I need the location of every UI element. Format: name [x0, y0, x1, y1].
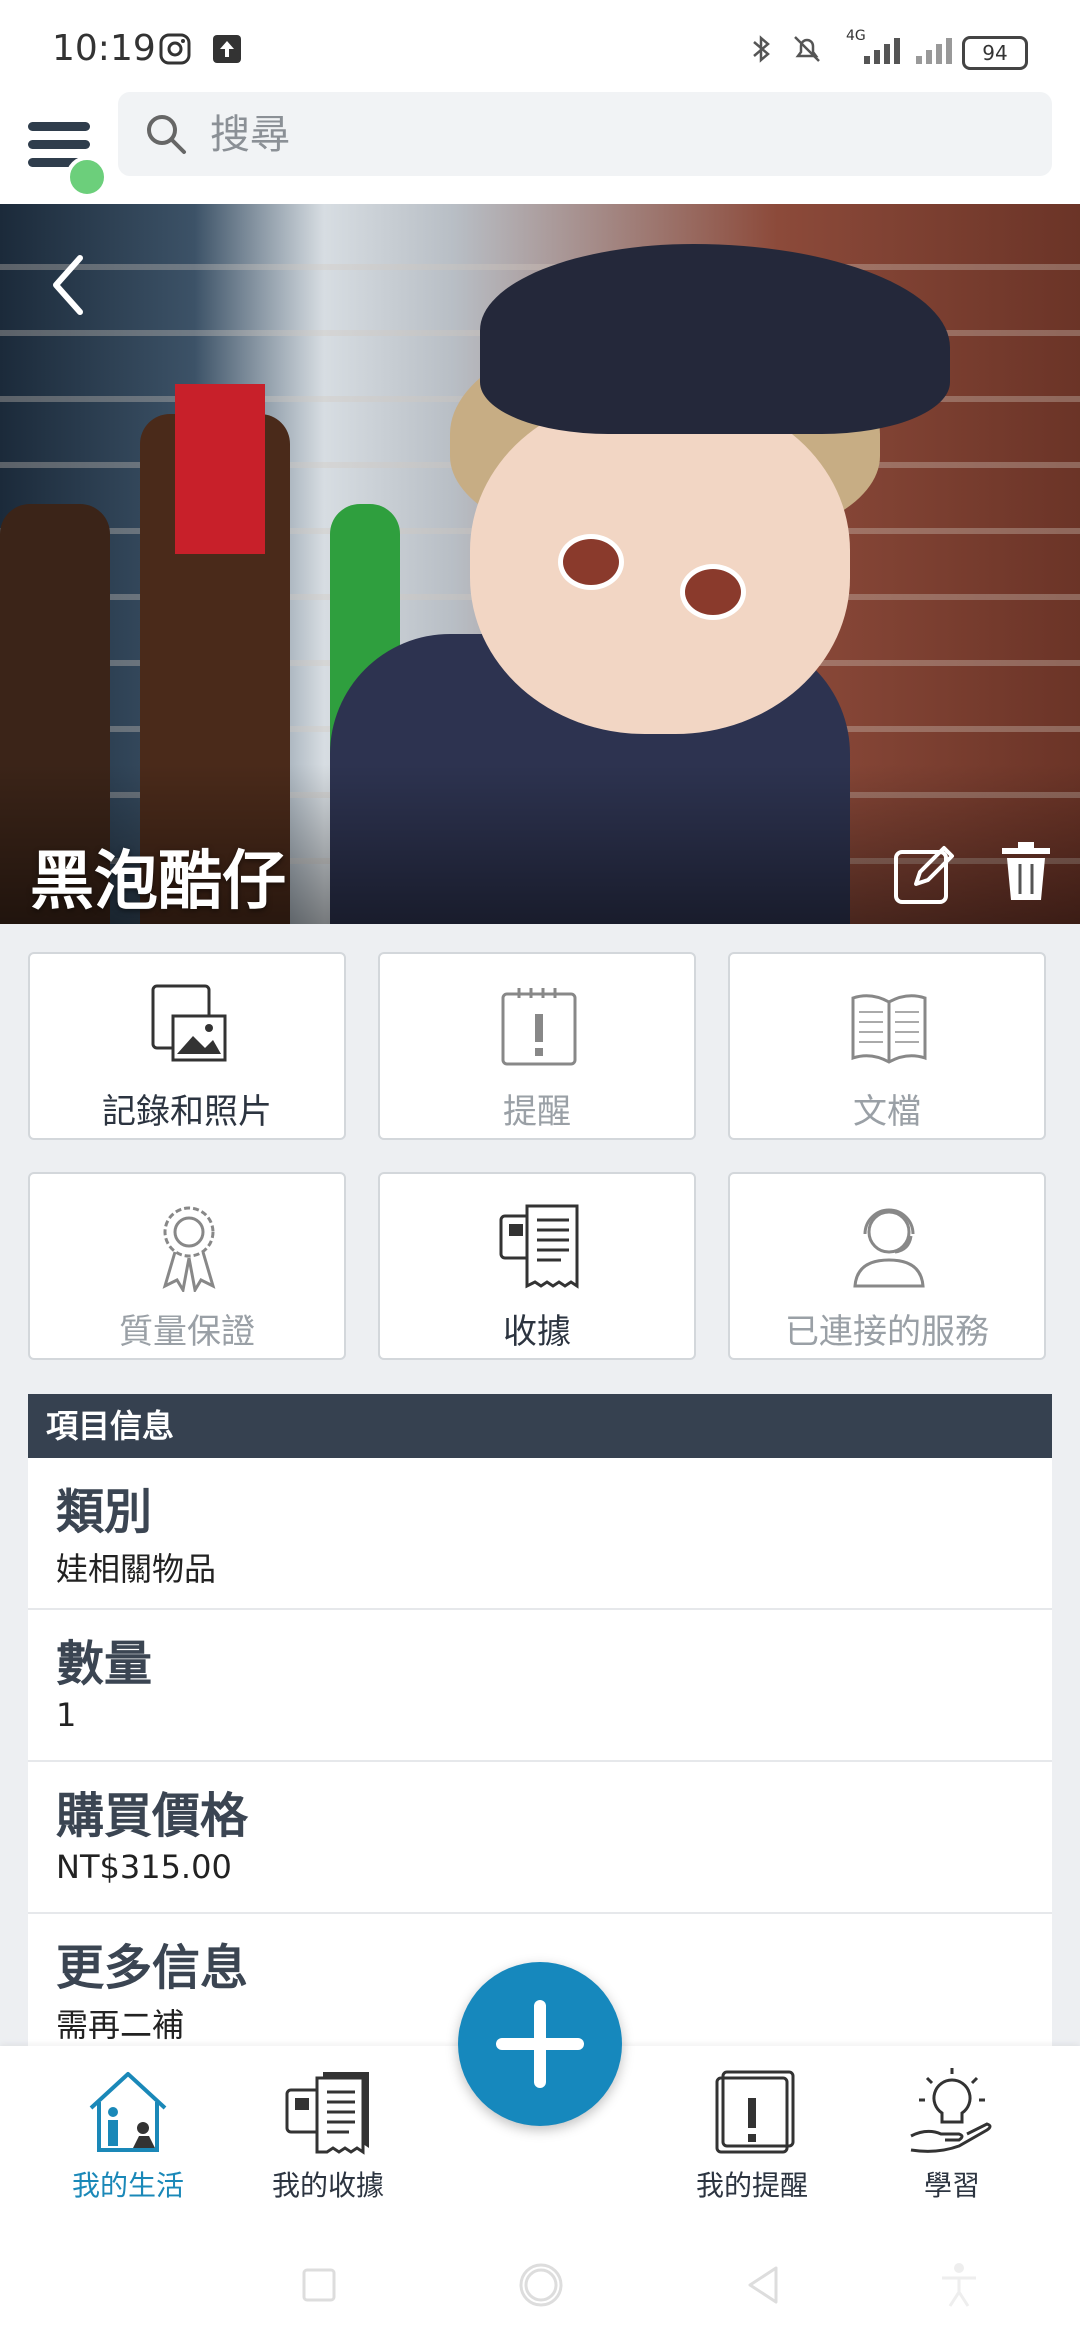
receipts-icon — [285, 2072, 369, 2155]
info-label: 數量 — [56, 1636, 153, 1692]
tab-my-receipts[interactable]: 我的收據 — [228, 2066, 428, 2216]
info-label: 類別 — [56, 1484, 153, 1540]
info-row-category: 類別 娃相關物品 — [28, 1458, 1052, 1610]
home-life-icon — [89, 2072, 167, 2152]
info-label: 更多信息 — [56, 1940, 249, 1996]
home-nav-icon[interactable] — [516, 2260, 566, 2310]
tile-label: 記錄和照片 — [102, 1092, 272, 1132]
tile-label: 已連接的服務 — [785, 1312, 989, 1352]
tile-label: 收據 — [503, 1312, 571, 1352]
search-icon — [147, 115, 186, 154]
info-row-price: 購買價格 NT$315.00 — [28, 1762, 1052, 1914]
tile-warranty[interactable]: 質量保證 — [28, 1172, 346, 1360]
upload-notification-icon — [213, 35, 241, 63]
back-arrow-icon[interactable] — [44, 250, 94, 320]
reminders-icon — [715, 2070, 795, 2154]
tab-label: 我的收據 — [271, 2169, 384, 2202]
signal-icon-1 — [864, 38, 900, 64]
item-title: 黑泡酷仔 — [30, 845, 286, 919]
document-book-icon — [851, 994, 927, 1064]
search-input[interactable] — [208, 92, 1032, 178]
accessibility-icon[interactable] — [934, 2260, 984, 2310]
menu-bar-icon — [28, 122, 90, 131]
tab-my-life[interactable]: 我的生活 — [28, 2066, 228, 2216]
tile-documents[interactable]: 文檔 — [728, 952, 1046, 1140]
online-status-dot — [66, 156, 108, 198]
info-value: NT$315.00 — [56, 1848, 232, 1886]
trash-icon[interactable] — [998, 838, 1054, 904]
status-time: 10:19 — [52, 28, 156, 69]
lightbulb-icon — [910, 2068, 992, 2153]
battery-indicator: 94 — [962, 36, 1028, 70]
tile-connected-services[interactable]: 已連接的服務 — [728, 1172, 1046, 1360]
info-value: 1 — [56, 1696, 77, 1734]
tile-label: 質量保證 — [119, 1312, 255, 1352]
edit-icon[interactable] — [892, 840, 958, 906]
info-row-quantity: 數量 1 — [28, 1610, 1052, 1762]
info-value: 娃相關物品 — [56, 1550, 217, 1588]
reminder-icon — [501, 988, 577, 1066]
receipt-icon — [499, 1204, 579, 1289]
add-fab-button[interactable] — [458, 1962, 622, 2126]
status-bar: 10:19 4G 94 — [0, 0, 1080, 92]
plush-head — [470, 394, 850, 734]
tab-label: 學習 — [923, 2169, 980, 2202]
app-bar — [0, 92, 1080, 204]
system-nav-bar — [0, 2230, 1080, 2340]
tab-label: 我的提醒 — [695, 2169, 808, 2202]
search-bar[interactable] — [118, 92, 1052, 178]
info-label: 購買價格 — [56, 1788, 249, 1844]
tile-notes-photos[interactable]: 記錄和照片 — [28, 952, 346, 1140]
tab-learning[interactable]: 學習 — [852, 2066, 1052, 2216]
tab-my-reminders[interactable]: 我的提醒 — [652, 2066, 852, 2216]
tile-label: 提醒 — [503, 1092, 571, 1132]
signal-icon-2 — [916, 38, 952, 64]
back-nav-icon[interactable] — [738, 2260, 788, 2310]
info-value: 需再二補 — [56, 2006, 185, 2044]
notes-photo-icon — [151, 984, 227, 1062]
tile-label: 文檔 — [853, 1092, 921, 1132]
tile-reminders[interactable]: 提醒 — [378, 952, 696, 1140]
bluetooth-icon — [753, 35, 770, 63]
warranty-ribbon-icon — [162, 1206, 216, 1292]
recent-apps-icon[interactable] — [294, 2260, 344, 2310]
support-agent-icon — [853, 1208, 925, 1288]
tile-receipts[interactable]: 收據 — [378, 1172, 696, 1360]
instagram-icon — [159, 33, 191, 65]
item-photo: 黑泡酷仔 — [0, 204, 1080, 924]
info-header: 項目信息 — [28, 1394, 1052, 1458]
menu-button[interactable] — [24, 108, 108, 198]
mute-bell-icon — [794, 36, 820, 62]
tab-label: 我的生活 — [71, 2169, 184, 2202]
